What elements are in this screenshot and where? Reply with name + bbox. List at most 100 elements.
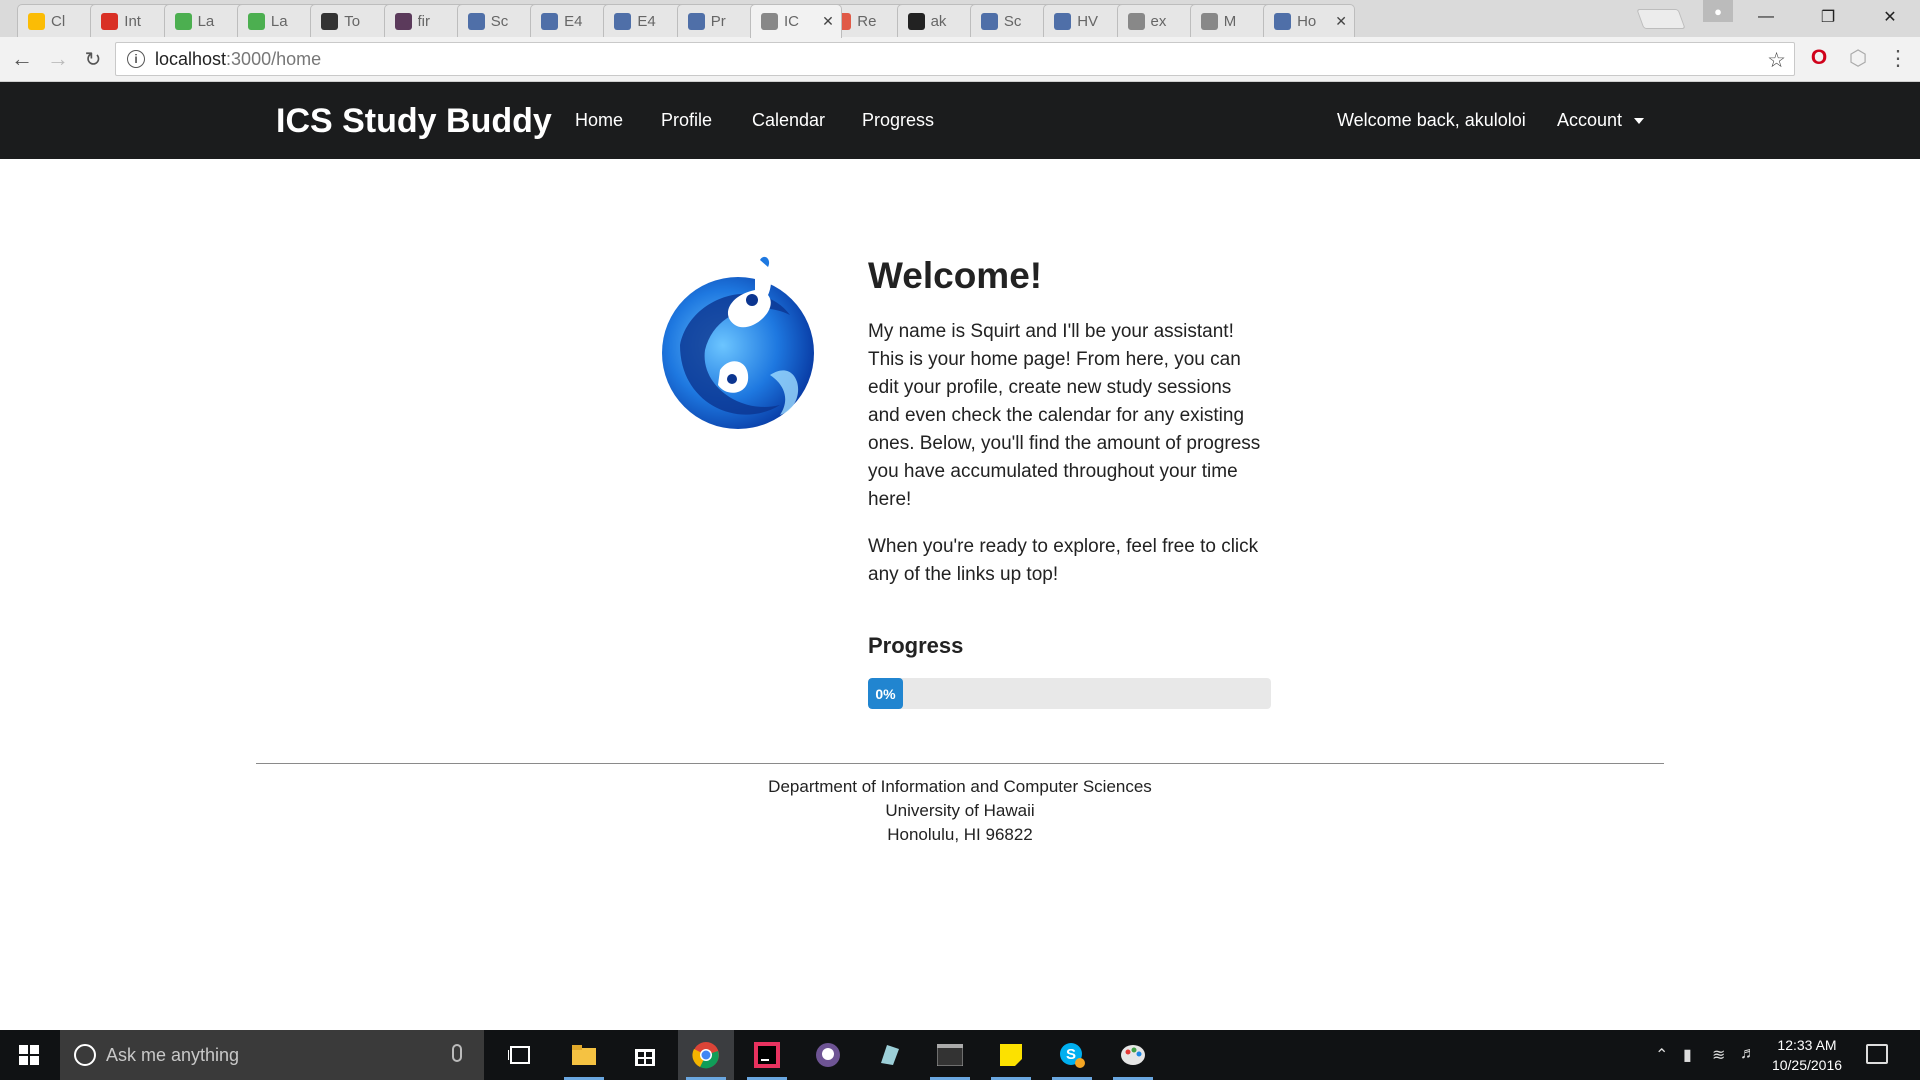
tab-label: La bbox=[197, 12, 215, 30]
taskbar-clock[interactable]: 12:33 AM 10/25/2016 bbox=[1762, 1035, 1852, 1075]
site-info-icon[interactable]: i bbox=[127, 50, 145, 68]
reload-icon[interactable]: ↻ bbox=[77, 43, 109, 75]
tab-favicon-icon bbox=[394, 12, 412, 30]
tab-favicon-icon bbox=[907, 12, 925, 30]
url-path: :3000/home bbox=[226, 48, 322, 69]
tab-label: IC bbox=[784, 13, 799, 30]
tab-label: Sc bbox=[490, 12, 509, 30]
tab-favicon-icon bbox=[980, 12, 998, 30]
action-center-icon[interactable] bbox=[1866, 1044, 1888, 1064]
tab-label: Ho bbox=[1297, 12, 1317, 30]
restore-icon[interactable]: ❐ bbox=[1800, 0, 1856, 34]
windows-start-icon[interactable] bbox=[0, 1030, 58, 1080]
cortana-search-box[interactable]: Ask me anything bbox=[60, 1030, 484, 1080]
brand-logo-text[interactable]: ICS Study Buddy bbox=[276, 102, 552, 141]
account-dropdown[interactable]: Account bbox=[1557, 110, 1645, 131]
task-view-icon[interactable] bbox=[492, 1030, 548, 1080]
nav-calendar[interactable]: Calendar bbox=[752, 110, 825, 131]
search-placeholder: Ask me anything bbox=[106, 1044, 240, 1065]
nav-progress[interactable]: Progress bbox=[862, 110, 934, 131]
shield-extension-icon[interactable]: ⬡ bbox=[1845, 45, 1871, 71]
wifi-icon[interactable]: ≋ bbox=[1712, 1045, 1725, 1065]
caret-down-icon bbox=[1634, 118, 1645, 125]
terminal-icon[interactable] bbox=[922, 1030, 978, 1080]
footer-department: Department of Information and Computer S… bbox=[768, 777, 1152, 796]
tab-favicon-icon bbox=[101, 12, 119, 30]
welcome-user-text: Welcome back, akuloloi bbox=[1337, 110, 1526, 130]
skype-icon[interactable]: S bbox=[1044, 1030, 1100, 1080]
cortana-icon bbox=[74, 1044, 96, 1066]
svg-text:S: S bbox=[1066, 1046, 1076, 1063]
browser-tab[interactable]: Ho ✕ bbox=[1263, 4, 1356, 37]
clock-date: 10/25/2016 bbox=[1771, 1057, 1843, 1073]
progress-heading: Progress bbox=[868, 633, 964, 658]
clock-time: 12:33 AM bbox=[1777, 1037, 1837, 1053]
url-text[interactable]: localhost:3000/home bbox=[155, 49, 321, 70]
intro-paragraph: My name is Squirt and I'll be your assis… bbox=[868, 321, 1261, 510]
microphone-icon[interactable] bbox=[452, 1044, 462, 1062]
chevron-up-icon[interactable]: ⌃ bbox=[1655, 1045, 1668, 1065]
sticky-notes-icon[interactable] bbox=[983, 1030, 1039, 1080]
progress-bar: 0% bbox=[868, 678, 1271, 709]
address-bar[interactable]: i localhost:3000/home ☆ bbox=[115, 42, 1795, 76]
browser-toolbar: ← → ↻ i localhost:3000/home ☆ O ⬡ ⋮ bbox=[0, 37, 1920, 82]
tab-favicon-icon bbox=[1127, 12, 1145, 30]
page-title: Welcome! bbox=[868, 255, 1043, 296]
tab-favicon-icon bbox=[28, 12, 45, 30]
chrome-icon[interactable] bbox=[678, 1030, 734, 1080]
opera-extension-icon[interactable]: O bbox=[1806, 45, 1832, 71]
tab-label: E4 bbox=[637, 12, 656, 30]
tab-label: E4 bbox=[564, 12, 583, 30]
intellij-icon[interactable] bbox=[739, 1030, 795, 1080]
github-desktop-icon[interactable] bbox=[800, 1030, 856, 1080]
progress-bar-fill: 0% bbox=[868, 678, 903, 709]
tab-favicon-icon bbox=[541, 12, 559, 30]
explore-paragraph: When you're ready to explore, feel free … bbox=[868, 536, 1259, 585]
footer-divider bbox=[256, 763, 1664, 764]
footer-university: University of Hawaii bbox=[885, 801, 1035, 820]
bookmark-star-icon[interactable]: ☆ bbox=[1767, 48, 1786, 73]
battery-icon[interactable]: ▮ bbox=[1683, 1045, 1692, 1065]
windows-taskbar: Ask me anything S ⌃ ▮ ≋ ♬ 12:33 AM 10/25… bbox=[0, 1030, 1920, 1080]
tab-label: ex bbox=[1150, 12, 1167, 30]
file-explorer-icon[interactable] bbox=[556, 1030, 612, 1080]
app-icon[interactable] bbox=[861, 1030, 917, 1080]
browser-tab-strip: Cl✕Int✕La✕La✕To✕fir✕Sc✕E4✕E4✕Pr✕IC✕Re✕ak… bbox=[0, 0, 1920, 38]
back-icon[interactable]: ← bbox=[6, 43, 38, 75]
nav-profile[interactable]: Profile bbox=[661, 110, 712, 131]
footer-address: Honolulu, HI 96822 bbox=[887, 825, 1033, 844]
tab-close-icon[interactable]: ✕ bbox=[821, 13, 835, 30]
paint-icon[interactable] bbox=[1105, 1030, 1161, 1080]
tab-favicon-icon bbox=[687, 12, 705, 30]
tab-label: fir bbox=[417, 12, 431, 30]
tab-favicon-icon bbox=[614, 12, 632, 30]
tab-favicon-icon bbox=[321, 12, 339, 30]
profile-icon[interactable]: ● bbox=[1703, 0, 1733, 22]
tab-label: Sc bbox=[1003, 12, 1022, 30]
menu-icon[interactable]: ⋮ bbox=[1885, 45, 1911, 71]
minimize-icon[interactable]: — bbox=[1738, 0, 1794, 34]
tab-favicon-icon bbox=[1274, 12, 1292, 30]
tab-label: Re bbox=[857, 12, 877, 30]
tab-label: La bbox=[270, 12, 288, 30]
nav-home[interactable]: Home bbox=[575, 110, 623, 131]
close-window-icon[interactable]: ✕ bbox=[1862, 0, 1918, 34]
site-navbar: ICS Study Buddy Home Profile Calendar Pr… bbox=[0, 82, 1920, 159]
new-tab-button[interactable] bbox=[1636, 9, 1686, 29]
forward-icon[interactable]: → bbox=[42, 43, 74, 75]
tab-favicon-icon bbox=[467, 12, 485, 30]
tab-favicon-icon bbox=[1054, 12, 1072, 30]
volume-icon[interactable]: ♬ bbox=[1740, 1045, 1756, 1063]
tab-label: Cl bbox=[51, 12, 66, 30]
browser-tab[interactable]: IC ✕ bbox=[750, 4, 842, 38]
tab-favicon-icon bbox=[247, 12, 265, 30]
tab-label: M bbox=[1223, 12, 1237, 30]
tab-label: To bbox=[344, 12, 361, 30]
tab-close-icon[interactable]: ✕ bbox=[1334, 13, 1348, 30]
tab-favicon-icon bbox=[1200, 12, 1218, 30]
tab-label: HV bbox=[1077, 12, 1099, 30]
tab-favicon-icon bbox=[174, 12, 192, 30]
tab-label: Pr bbox=[710, 12, 726, 30]
progress-percent-label: 0% bbox=[875, 685, 896, 702]
store-icon[interactable] bbox=[617, 1030, 673, 1080]
